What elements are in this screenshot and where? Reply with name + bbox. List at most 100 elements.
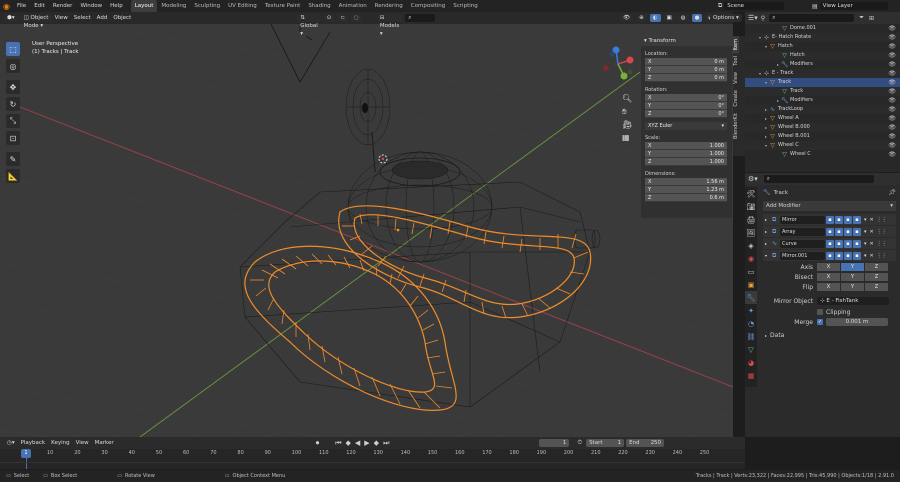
drag-handle-icon[interactable]: ⋮⋮ (877, 253, 887, 259)
close-icon[interactable]: ✕ (870, 217, 874, 223)
zoom-icon[interactable]: 🔍︎ (622, 92, 632, 105)
outliner-row[interactable]: ▽ Dome.001 👁︎ (745, 24, 900, 33)
outliner-row[interactable]: ▸ ▽ Wheel B.000 👁︎ (745, 123, 900, 132)
drag-handle-icon[interactable]: ⋮⋮ (877, 241, 887, 247)
data-tab[interactable]: ▽ (745, 343, 757, 356)
timeline-editor-button[interactable]: ◷▾ (4, 439, 18, 447)
eye-icon[interactable]: 👁︎ (888, 24, 896, 33)
material-tab[interactable]: ◕ (745, 356, 757, 369)
timeline-ruler[interactable]: 10 20 30 40 50 60 70 80 90 100 110 120 130 140 150 160 1… (0, 449, 745, 458)
navigation-gizmo[interactable] (600, 46, 636, 82)
render-toggle-icon[interactable]: ▪ (853, 215, 861, 224)
start-frame-field[interactable]: Start 1 (586, 439, 625, 447)
texture-tab[interactable]: ▦ (745, 369, 757, 382)
new-collection-icon[interactable]: ⊞ (869, 15, 874, 22)
tab-rendering[interactable]: Rendering (371, 0, 407, 12)
orientation-selector[interactable]: ⇅ Global ▾ (297, 14, 321, 37)
proportional-button[interactable]: ◌ (351, 14, 362, 22)
physics-tab[interactable]: ◔ (745, 317, 757, 330)
tab-uv-editing[interactable]: UV Editing (224, 0, 261, 12)
pivot-button[interactable]: ⊙ (323, 14, 335, 22)
scene-tab[interactable]: ◈ (745, 239, 757, 252)
field-location-y[interactable]: Y 0 m (645, 66, 727, 74)
chevron-icon[interactable]: ▸ (765, 217, 772, 222)
menu-edit[interactable]: Edit (30, 0, 49, 12)
modifier-array[interactable]: ▸ ⧉ Array ▪ ▪ ▪ ▪ ▾ ✕ ⋮⋮ (763, 226, 896, 237)
eye-icon[interactable]: 👁︎ (888, 150, 896, 159)
view-layer-selector[interactable]: ▤ View Layer (812, 2, 888, 10)
render-toggle-icon[interactable]: ▪ (853, 239, 861, 248)
chevron-icon[interactable]: ▸ (765, 229, 772, 234)
options-button[interactable]: Options ▾ (710, 14, 742, 22)
outliner-row[interactable]: ▸ ▽ Wheel A 👁︎ (745, 114, 900, 123)
eye-icon[interactable]: 👁︎ (888, 42, 896, 51)
particles-tab[interactable]: ✦ (745, 304, 757, 317)
object-tab[interactable]: ▣ (745, 278, 757, 291)
edit-mode-toggle-icon[interactable]: ▪ (826, 251, 834, 260)
rotate-tool[interactable]: ↻ (6, 97, 20, 111)
viewport-toggle-icon[interactable]: ▪ (844, 227, 852, 236)
data-subpanel-header[interactable]: ▸ Data (765, 329, 896, 341)
outliner-row[interactable]: ▽ Hatch 👁︎ (745, 51, 900, 60)
render-toggle-icon[interactable]: ▪ (853, 227, 861, 236)
outliner-row[interactable]: ▾ ⊹ E - Track 👁︎ (745, 69, 900, 78)
select-box-tool[interactable]: ⬚ (6, 42, 20, 56)
field-rotation-y[interactable]: Y 0° (645, 102, 727, 110)
bisect-x-toggle[interactable]: X (817, 273, 840, 281)
snap-button[interactable]: ⊂ (337, 14, 349, 22)
modifier-tab[interactable]: 🔧︎ (745, 291, 757, 304)
menu-file[interactable]: File (13, 0, 30, 12)
axis-z-toggle[interactable]: Z (865, 263, 888, 271)
modifier-name-field[interactable]: Array (780, 227, 825, 236)
eye-icon[interactable]: 👁︎ (888, 33, 896, 42)
blender-logo-icon[interactable]: ◉ (0, 2, 13, 11)
eye-icon[interactable]: 👁︎ (888, 123, 896, 132)
transform-header[interactable]: ▾ Transform (641, 36, 732, 46)
flip-z-toggle[interactable]: Z (865, 283, 888, 291)
transform-tool[interactable]: ⊡ (6, 131, 20, 145)
sidebar-tab-create[interactable]: Create (733, 87, 739, 110)
overlay-button[interactable]: ◐ (649, 14, 661, 22)
eye-icon[interactable]: 👁︎ (888, 132, 896, 141)
cage-toggle-icon[interactable]: ▪ (835, 215, 843, 224)
chevron-icon[interactable]: ▸ (765, 241, 772, 246)
editor-type-button[interactable]: ⬢▾ (4, 14, 18, 22)
outliner-row[interactable]: ▾ ▽ Hatch 👁︎ (745, 42, 900, 51)
merge-distance-field[interactable]: 0.001 m (826, 318, 888, 326)
eye-icon[interactable]: 👁︎ (888, 87, 896, 96)
outliner-row[interactable]: ▾ ▽ Wheel C 👁︎ (745, 141, 900, 150)
collection-tab[interactable]: ▭ (745, 265, 757, 278)
scale-tool[interactable]: ⤡ (6, 114, 20, 128)
tab-animation[interactable]: Animation (335, 0, 371, 12)
outliner-row[interactable]: ▸ 🔧︎ Modifiers 👁︎ (745, 96, 900, 105)
cage-toggle-icon[interactable]: ▪ (835, 227, 843, 236)
xray-button[interactable]: ▣ (663, 14, 675, 22)
cage-toggle-icon[interactable]: ▪ (835, 251, 843, 260)
constraints-tab[interactable]: ⛓︎ (745, 330, 757, 343)
shading-wireframe[interactable]: ◍ (677, 14, 689, 22)
tab-compositing[interactable]: Compositing (407, 0, 449, 12)
scene-selector[interactable]: ⧉ Scene (718, 2, 785, 10)
modifier-name-field[interactable]: Mirror.001 (780, 251, 825, 260)
add-modifier-dropdown[interactable]: Add Modifier ▾ (763, 201, 896, 211)
viewport-toggle-icon[interactable]: ▪ (844, 251, 852, 260)
field-rotation-x[interactable]: X 0° (645, 94, 727, 102)
field-location-x[interactable]: X 0 m (645, 58, 727, 66)
menu-help[interactable]: Help (106, 0, 127, 12)
merge-checkbox[interactable]: ✓ (817, 319, 823, 325)
outliner-row[interactable]: ▽ Wheel C 👁︎ (745, 150, 900, 159)
prev-key-icon[interactable]: ◆ (346, 439, 351, 447)
timeline-menu-keying[interactable]: Keying (51, 440, 69, 446)
field-scale-z[interactable]: Z 1.000 (645, 158, 727, 166)
modifier-name-field[interactable]: Mirror (780, 215, 825, 224)
play-icon[interactable]: ▶ (364, 439, 369, 447)
field-scale-x[interactable]: X 1.000 (645, 142, 727, 150)
timeline-menu-marker[interactable]: Marker (95, 440, 114, 446)
chevron-icon[interactable]: ▾ (765, 253, 772, 258)
bisect-z-toggle[interactable]: Z (865, 273, 888, 281)
close-icon[interactable]: ✕ (870, 253, 874, 259)
field-scale-y[interactable]: Y 1.000 (645, 150, 727, 158)
chevron-down-icon[interactable]: ▾ (864, 229, 867, 235)
close-icon[interactable]: ✕ (870, 241, 874, 247)
chevron-down-icon[interactable]: ▾ (864, 241, 867, 247)
